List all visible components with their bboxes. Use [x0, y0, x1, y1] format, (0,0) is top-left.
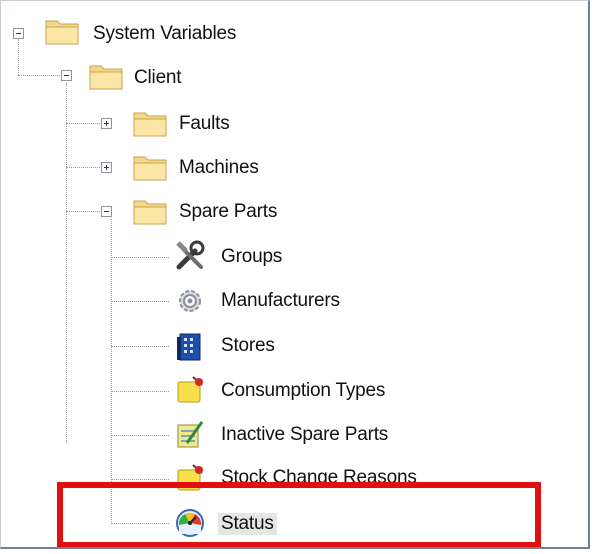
tree-node-manufacturers[interactable]: Manufacturers [221, 290, 340, 312]
tree-connector [111, 257, 169, 258]
tree-connector [66, 167, 106, 168]
tree-node-spare-parts[interactable]: Spare Parts [179, 201, 277, 223]
folder-icon [45, 20, 79, 45]
tools-icon [176, 240, 205, 270]
expand-toggle-faults[interactable] [101, 118, 112, 129]
folder-icon [133, 156, 167, 181]
tree-connector [111, 346, 169, 347]
collapse-toggle-spare-parts[interactable] [101, 206, 112, 217]
folder-icon [133, 200, 167, 225]
tree-connector [111, 391, 169, 392]
folder-icon [133, 112, 167, 137]
notepad-pencil-icon [177, 421, 204, 448]
tree-connector [66, 83, 67, 443]
tree-connector [111, 479, 169, 480]
tree-connector [66, 123, 106, 124]
tree-connector [66, 211, 106, 212]
tree-node-client[interactable]: Client [134, 67, 182, 89]
building-icon [177, 333, 201, 361]
tree-connector [18, 75, 60, 76]
tree-node-groups[interactable]: Groups [221, 246, 282, 268]
tree-node-machines[interactable]: Machines [179, 157, 259, 179]
tree-node-system-variables[interactable]: System Variables [93, 23, 236, 45]
tree-node-faults[interactable]: Faults [179, 113, 230, 135]
collapse-toggle-client[interactable] [61, 70, 72, 81]
folder-icon [89, 65, 123, 90]
tree-connector [111, 301, 169, 302]
gear-icon [179, 290, 201, 312]
tree-node-stores[interactable]: Stores [221, 335, 275, 357]
collapse-toggle-system-variables[interactable] [13, 28, 24, 39]
note-pin-icon [177, 376, 203, 403]
tree-connector [111, 435, 169, 436]
tree-connector [18, 39, 19, 75]
tree-node-inactive-spare-parts[interactable]: Inactive Spare Parts [221, 424, 388, 446]
highlight-box [57, 482, 541, 547]
tree-node-consumption-types[interactable]: Consumption Types [221, 380, 385, 402]
tree-view-panel: System Variables Client Faults Machines … [0, 0, 590, 549]
expand-toggle-machines[interactable] [101, 162, 112, 173]
